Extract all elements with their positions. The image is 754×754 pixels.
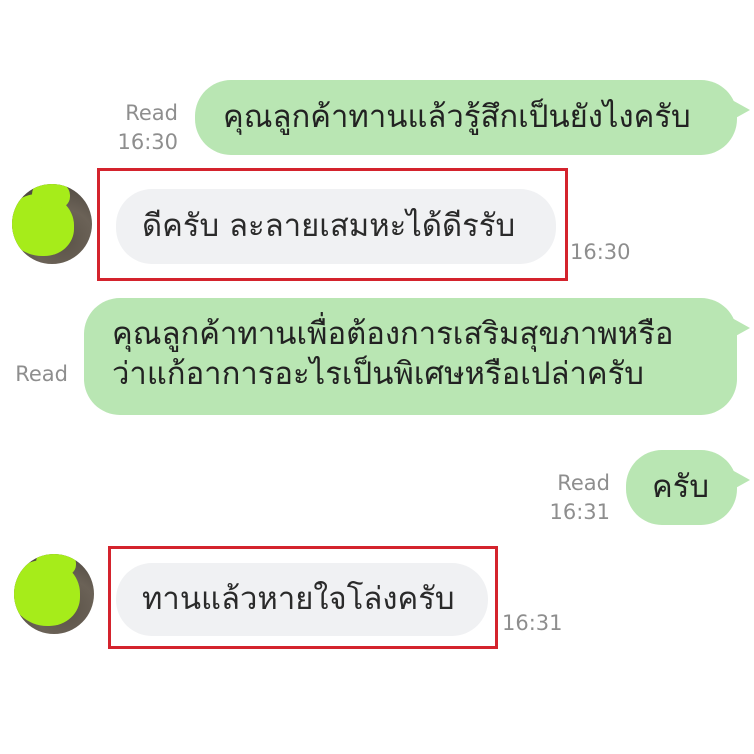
- incoming-message-bubble[interactable]: ดีครับ ละลายเสมหะได้ดีรรับ: [116, 189, 556, 264]
- message-text: ดีครับ ละลายเสมหะได้ดีรรับ: [142, 208, 516, 244]
- message-time: 16:31: [502, 609, 582, 638]
- read-receipt: Read 16:30: [112, 99, 178, 157]
- message-time: 16:30: [570, 238, 650, 267]
- message-text: ครับ: [652, 469, 710, 505]
- read-receipt: Read: [10, 360, 68, 389]
- outgoing-message-bubble[interactable]: ครับ: [626, 450, 750, 525]
- read-status: Read: [125, 101, 178, 125]
- message-text: ทานแล้วหายใจโล่งครับ: [142, 581, 455, 617]
- message-text-line-2: ว่าแก้อาการอะไรเป็นพิเศษหรือเปล่าครับ: [112, 356, 644, 392]
- message-time-text: 16:31: [502, 611, 563, 635]
- outgoing-message-bubble[interactable]: คุณลูกค้าทานเพื่อต้องการเสริมสุขภาพหรือ …: [84, 298, 750, 415]
- read-receipt: Read 16:31: [540, 469, 610, 527]
- read-status: Read: [557, 471, 610, 495]
- message-time: 16:30: [117, 130, 178, 154]
- read-status: Read: [15, 362, 68, 386]
- message-text-line-1: คุณลูกค้าทานเพื่อต้องการเสริมสุขภาพหรือ: [112, 316, 674, 352]
- outgoing-message-bubble[interactable]: คุณลูกค้าทานแล้วรู้สึกเป็นยังไงครับ: [195, 80, 750, 155]
- message-time: 16:31: [549, 500, 610, 524]
- incoming-message-bubble[interactable]: ทานแล้วหายใจโล่งครับ: [116, 563, 488, 636]
- message-text: คุณลูกค้าทานแล้วรู้สึกเป็นยังไงครับ: [223, 99, 691, 135]
- message-time-text: 16:30: [570, 240, 631, 264]
- contact-avatar[interactable]: [14, 554, 94, 634]
- contact-avatar[interactable]: [12, 184, 92, 264]
